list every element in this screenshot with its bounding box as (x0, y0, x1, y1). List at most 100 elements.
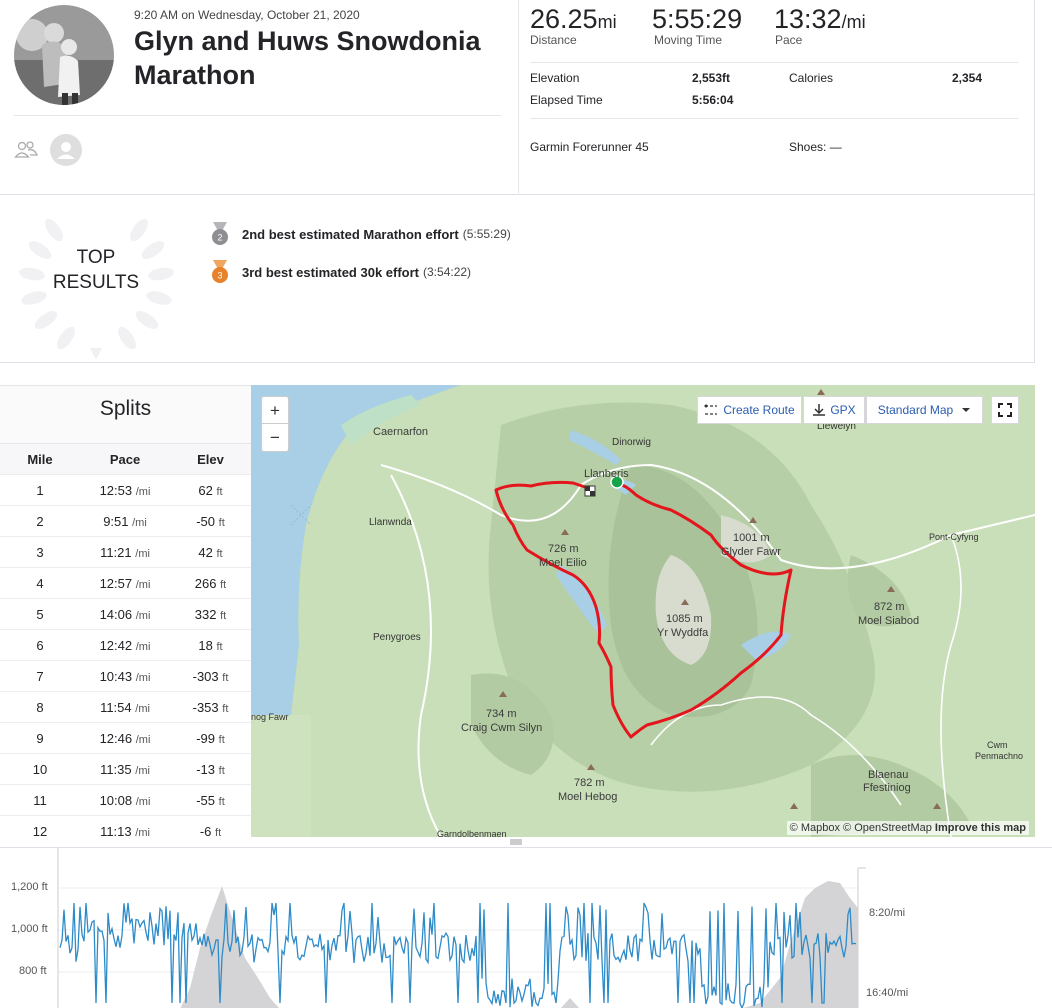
place-label: Cwm (987, 740, 1008, 750)
split-pace: 12:46 /mi (80, 731, 170, 746)
place-label: Dinorwig (612, 437, 651, 448)
split-mile: 8 (36, 699, 44, 715)
split-row[interactable]: 6 12:42 /mi 18 ft (0, 630, 251, 661)
pace-label: Pace (775, 33, 803, 47)
split-elev: -303 ft (170, 669, 251, 684)
pace-unit: /mi (135, 609, 151, 622)
split-elev-value: -55 (196, 792, 216, 808)
split-pace-value: 11:35 (100, 761, 132, 777)
split-row[interactable]: 12 11:13 /mi -6 ft (0, 816, 251, 838)
split-pace-value: 14:06 (99, 606, 133, 622)
split-row[interactable]: 3 11:21 /mi 42 ft (0, 537, 251, 568)
place-label: Ffestiniog (863, 782, 911, 794)
split-elev-value: 62 (198, 482, 213, 498)
pace-unit: /mi (841, 12, 866, 32)
split-elev: -55 ft (170, 793, 251, 808)
resize-handle-icon[interactable] (510, 839, 522, 845)
route-map[interactable]: Caernarfon Dinorwig Llanberis Llanwnda P… (251, 385, 1035, 837)
pace-unit: /mi (135, 795, 151, 808)
split-pace-value: 11:54 (100, 699, 132, 715)
fullscreen-button[interactable] (991, 396, 1019, 424)
split-elev: -6 ft (170, 824, 251, 838)
mapbox-attribution-link[interactable]: © Mapbox (790, 822, 840, 834)
elev-unit: ft (218, 795, 225, 808)
osm-attribution-link[interactable]: © OpenStreetMap (843, 822, 932, 834)
top-results-section: TOP RESULTS 2 2nd best estimated Maratho… (0, 195, 1035, 363)
pace-value: 13:32 (774, 4, 842, 34)
improve-map-link[interactable]: Improve this map (935, 822, 1026, 834)
zoom-in-button[interactable]: + (262, 397, 288, 424)
split-elev: 266 ft (170, 576, 251, 591)
place-label: Penmachno (975, 751, 1024, 761)
stat-moving-time: 5:55:29 Moving Time (652, 4, 742, 47)
gpx-download-button[interactable]: GPX (803, 396, 865, 424)
gpx-label: GPX (830, 403, 856, 417)
activity-header: 9:20 AM on Wednesday, October 21, 2020 G… (0, 0, 1035, 195)
distance-value: 26.25 (530, 4, 598, 34)
split-row[interactable]: 11 10:08 /mi -55 ft (0, 785, 251, 816)
athlete-avatar-placeholder[interactable] (50, 134, 82, 166)
y-tick: 800 ft (19, 965, 47, 977)
place-label: Llanwnda (369, 517, 412, 528)
athlete-photo[interactable] (14, 5, 114, 105)
split-pace-value: 10:43 (99, 668, 133, 684)
split-row[interactable]: 5 14:06 /mi 332 ft (0, 599, 251, 630)
activity-title: Glyn and Huws Snowdonia Marathon (134, 26, 481, 90)
elev-unit: ft (222, 702, 229, 715)
split-row[interactable]: 1 12:53 /mi 62 ft (0, 475, 251, 506)
shoes-info: Shoes: — (789, 140, 842, 154)
map-style-dropdown[interactable]: Standard Map (866, 396, 983, 424)
place-label: nog Fawr (251, 712, 289, 722)
split-elev: -50 ft (170, 514, 251, 529)
split-pace: 11:35 /mi (80, 762, 170, 777)
zoom-out-button[interactable]: − (262, 424, 288, 451)
split-pace: 14:06 /mi (80, 607, 170, 622)
divider (530, 62, 1018, 63)
elev-unit: ft (216, 640, 223, 653)
split-mile: 6 (36, 637, 44, 653)
peak-height: 1085 m (666, 613, 703, 625)
achievement-text: 3rd best estimated 30k effort (242, 264, 420, 280)
split-elev: -353 ft (170, 700, 251, 715)
peak-height: 872 m (874, 601, 905, 613)
map-canvas[interactable] (251, 385, 1035, 837)
split-row[interactable]: 7 10:43 /mi -303 ft (0, 661, 251, 692)
split-row[interactable]: 2 9:51 /mi -50 ft (0, 506, 251, 537)
split-elev: 42 ft (170, 545, 251, 560)
create-route-button[interactable]: Create Route (697, 396, 802, 424)
split-elev-value: -353 (192, 699, 219, 715)
device-name: Garmin Forerunner 45 (530, 140, 649, 154)
bronze-medal-icon: 3 (212, 260, 228, 283)
stat-pace: 13:32/mi Pace (774, 4, 866, 47)
split-pace-value: 10:08 (99, 792, 133, 808)
split-row[interactable]: 10 11:35 /mi -13 ft (0, 754, 251, 785)
medal-rank: 3 (217, 271, 222, 281)
split-pace-value: 12:42 (99, 637, 133, 653)
achievement-item[interactable]: 2 2nd best estimated Marathon effort (5:… (208, 221, 511, 247)
elev-unit: ft (218, 733, 225, 746)
pace-unit: /mi (135, 485, 151, 498)
elev-unit: ft (220, 578, 227, 591)
download-icon (813, 404, 826, 416)
split-mile: 12 (32, 823, 48, 838)
split-elev-value: -50 (196, 513, 216, 529)
peak-label: Glyder Fawr (721, 546, 781, 558)
y2-tick: 16:40/mi (866, 987, 909, 999)
map-zoom-controls: + − (261, 396, 289, 452)
column-header-pace: Pace (109, 451, 141, 467)
splits-header-row: Mile Pace Elev (0, 444, 251, 475)
divider (14, 115, 501, 116)
top-results-line2: RESULTS (52, 272, 140, 293)
moving-time-label: Moving Time (654, 33, 723, 47)
split-row[interactable]: 4 12:57 /mi 266 ft (0, 568, 251, 599)
moving-time-value: 5:55:29 (652, 4, 743, 34)
split-mile: 3 (36, 544, 44, 560)
split-mile: 10 (32, 761, 48, 777)
elevation-pace-chart[interactable]: 1,200 ft 1,000 ft 800 ft 8:20/mi 16:40/m… (0, 847, 1052, 1008)
split-row[interactable]: 8 11:54 /mi -353 ft (0, 692, 251, 723)
peak-label: Craig Cwm Silyn (461, 722, 543, 734)
group-people-icon[interactable] (14, 140, 38, 165)
split-row[interactable]: 9 12:46 /mi -99 ft (0, 723, 251, 754)
achievement-item[interactable]: 3 3rd best estimated 30k effort (3:54:22… (208, 259, 471, 285)
split-mile: 2 (36, 513, 44, 529)
